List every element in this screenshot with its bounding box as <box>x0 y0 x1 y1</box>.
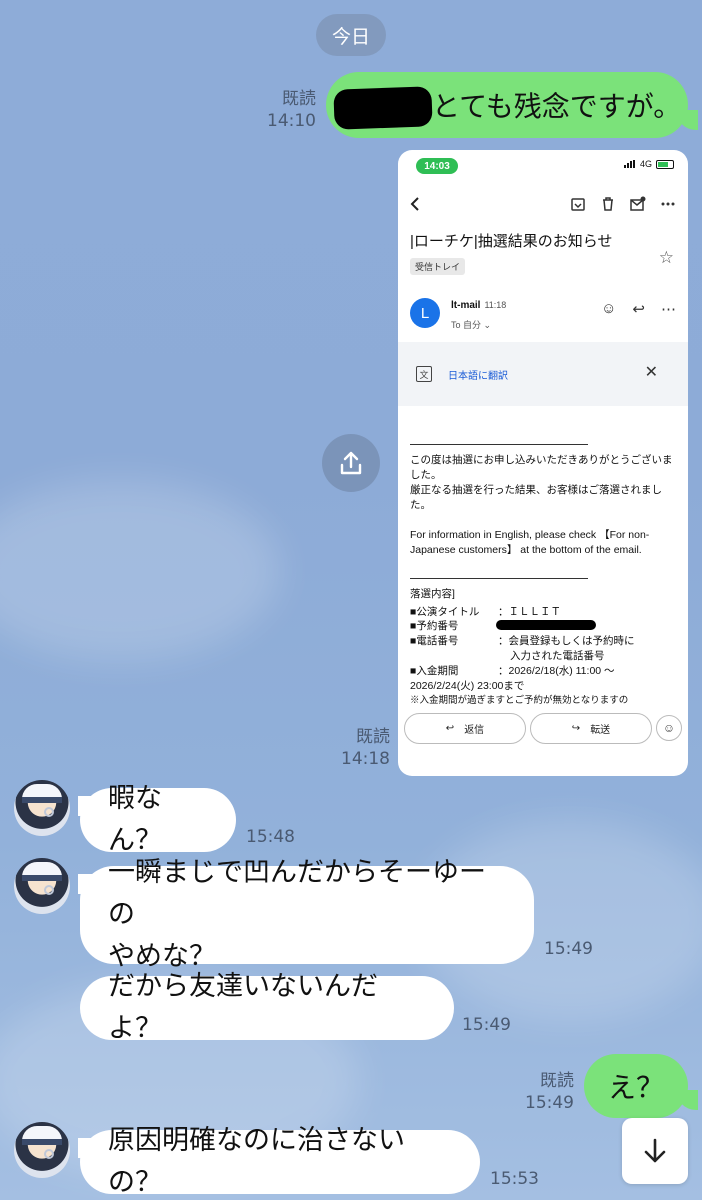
email-toolbar <box>570 196 676 212</box>
detail-row-cont: 2026/2/24(火) 23:00まで <box>410 680 525 692</box>
email-subject: |ローチケ|抽選結果のお知らせ <box>410 233 613 250</box>
share-button[interactable] <box>322 434 380 492</box>
incoming-message-bubble[interactable]: だから友達いないんだよ？ <box>80 971 454 1044</box>
email-body-p3: For information in English, please check… <box>410 529 650 556</box>
inbox-label: 受信トレイ <box>410 258 466 275</box>
avatar[interactable] <box>14 1122 70 1178</box>
message-text: 原因明確なのに治さないの？ <box>108 1125 405 1198</box>
message-time: 15:49 <box>462 1015 511 1035</box>
detail-row: ■電話番号 ：会員登録もしくは予約時に <box>410 635 635 647</box>
detail-row: ■入金期間 ：2026/2/18(水) 11:00 〜 <box>410 665 615 677</box>
section-title: 落選内容] <box>410 588 455 600</box>
email-body-p2: 厳正なる抽選を行った結果、お客様はご落選されました。 <box>410 484 662 511</box>
network-type: 4G <box>639 159 652 169</box>
close-icon: ✕ <box>644 364 658 381</box>
avatar[interactable] <box>14 780 70 836</box>
detail-row-cont: 入力された電話番号 <box>510 650 605 662</box>
redaction-mark <box>333 86 433 130</box>
star-icon: ☆ <box>658 248 674 267</box>
email-note: ※入金期間が過ぎますとご予約が無効となりますの <box>410 695 629 706</box>
more-icon: ⋯ <box>661 301 676 318</box>
sender-name: lt-mail 11:18 <box>451 300 507 311</box>
sender-avatar: L <box>410 298 440 328</box>
message-text: だから友達いないんだよ？ <box>108 971 378 1044</box>
email-actions: ☺ ↩ ⋯ <box>601 300 676 318</box>
message-time: 15:49 <box>544 939 593 959</box>
translate-icon: 文 <box>416 366 432 382</box>
signal-icon <box>623 160 636 168</box>
back-icon <box>410 197 419 211</box>
message-time: 15:48 <box>246 827 295 847</box>
share-icon <box>340 451 362 475</box>
incoming-message-bubble[interactable]: 一瞬まじで凹んだからそーゆーの やめな？ <box>80 857 534 972</box>
translate-bar: 文 日本語に翻訳 ✕ <box>398 342 688 406</box>
message-time: 15:49 <box>525 1093 574 1113</box>
message-text: 一瞬まじで凹んだからそーゆーの <box>108 857 486 930</box>
detail-row: ■公演タイトル ：ＩＬＬＩＴ <box>410 606 561 618</box>
mark-unread-icon <box>630 196 646 211</box>
incoming-message-bubble[interactable]: 暇なん？ <box>80 783 236 856</box>
read-label: 既読 <box>282 89 316 109</box>
read-label: 既読 <box>540 1071 574 1091</box>
message-time: 14:10 <box>267 111 316 131</box>
read-receipt: 既読 14:18 <box>336 726 390 770</box>
reply-bar: ↩ 返信 ↪ 転送 ☺ <box>404 712 682 744</box>
divider <box>410 578 588 579</box>
divider <box>410 444 588 445</box>
date-separator: 今日 <box>316 14 386 56</box>
message-time: 15:53 <box>490 1169 539 1189</box>
email-body-p1: この度は抽選にお申し込みいただきありがとうございました。 <box>410 454 673 481</box>
message-text: 暇なん？ <box>108 783 162 856</box>
emoji-reaction-button[interactable]: ☺ <box>656 715 682 741</box>
more-icon <box>661 202 675 206</box>
sent-time: 11:18 <box>484 300 507 310</box>
reply-button[interactable]: ↩ 返信 <box>404 712 526 744</box>
read-label: 既読 <box>356 727 390 747</box>
reply-icon: ↩ <box>632 301 645 318</box>
read-receipt: 既読 15:49 <box>518 1070 574 1114</box>
read-receipt: 既読 14:10 <box>262 88 316 132</box>
arrow-down-icon <box>644 1138 666 1163</box>
trash-icon <box>603 197 613 211</box>
status-time: 14:03 <box>416 158 458 174</box>
emoji-icon: ☺ <box>601 300 617 317</box>
battery-icon <box>656 159 674 169</box>
redaction-mark <box>496 620 596 630</box>
translate-link: 日本語に翻訳 <box>448 371 508 382</box>
reply-icon: ↩ <box>445 722 455 734</box>
incoming-message-bubble[interactable]: 原因明確なのに治さないの？ <box>80 1125 480 1198</box>
avatar[interactable] <box>14 858 70 914</box>
message-time: 14:18 <box>341 749 390 769</box>
message-text: とても残念ですが。 <box>432 90 682 123</box>
forward-button[interactable]: ↪ 転送 <box>530 712 652 744</box>
scroll-to-bottom-button[interactable] <box>622 1118 688 1184</box>
email-screenshot-image[interactable]: 14:03 4G |ローチケ|抽選結果のお知らせ 受信トレイ ☆ L lt-ma… <box>398 150 688 776</box>
forward-icon: ↪ <box>571 722 581 734</box>
message-text: え？ <box>607 1071 664 1104</box>
recipient: To 自分 ⌄ <box>451 320 492 330</box>
outgoing-message-bubble[interactable]: え？ <box>584 1054 688 1118</box>
status-indicators: 4G <box>623 159 674 169</box>
archive-icon <box>571 198 585 211</box>
